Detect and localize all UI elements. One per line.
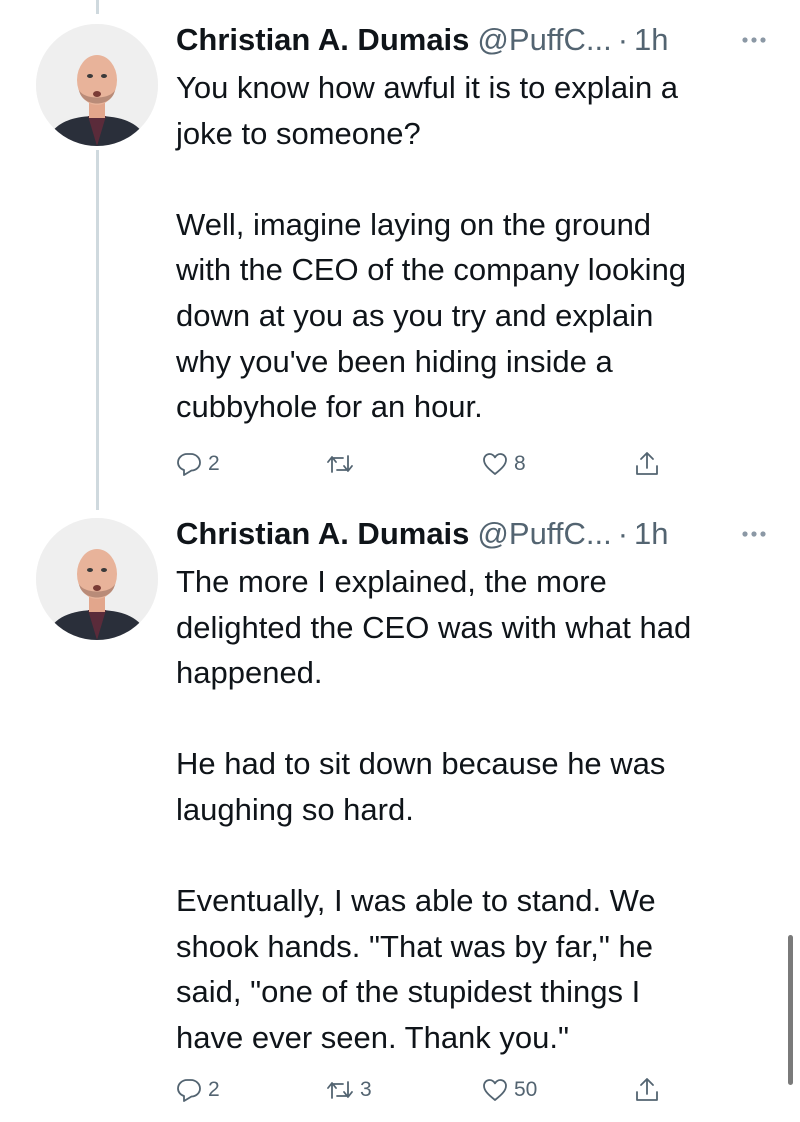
tweet-line: You know how awful it is to explain a — [176, 70, 679, 105]
tweet-line: down at you as you try and explain — [176, 297, 654, 333]
tweet-header: Christian A. Dumais @PuffC... · 1h — [176, 512, 766, 556]
retweet-count: 3 — [360, 1078, 372, 1101]
retweet-button[interactable]: 3 — [326, 1070, 372, 1110]
like-button[interactable]: 8 — [482, 444, 526, 484]
header-separator: · — [617, 516, 629, 551]
author-avatar[interactable] — [36, 518, 158, 640]
tweet-line: Eventually, I was able to stand. We — [176, 883, 656, 919]
more-options-icon[interactable] — [742, 18, 766, 62]
like-count: 50 — [514, 1078, 538, 1101]
tweet-actions: 2 3 50 — [176, 1070, 676, 1110]
tweet-text: The more I explained, the more delighted… — [176, 559, 776, 1061]
tweet-line: happened. — [176, 655, 323, 691]
header-separator: · — [617, 22, 629, 57]
like-button[interactable]: 50 — [482, 1070, 537, 1110]
tweet-line: laughing so hard. — [176, 791, 414, 827]
author-handle[interactable]: @PuffC... — [477, 22, 611, 58]
tweet-line: said, "one of the stupidest things I — [176, 974, 641, 1010]
share-icon — [634, 1076, 660, 1104]
tweet-paragraph: Eventually, I was able to stand. We shoo… — [176, 878, 776, 1060]
reply-icon — [176, 451, 202, 477]
heart-icon — [482, 451, 508, 477]
tweet-line: He had to sit down because he was — [176, 746, 666, 782]
retweet-icon — [326, 1077, 354, 1103]
share-icon — [634, 450, 660, 478]
thread-connector-line-top — [96, 0, 99, 14]
author-avatar[interactable] — [36, 24, 158, 146]
tweet-line: why you've been hiding inside a — [176, 343, 613, 379]
tweet-line: delighted the CEO was with what had — [176, 609, 692, 645]
author-name[interactable]: Christian A. Dumais — [176, 22, 469, 58]
tweet-header: Christian A. Dumais @PuffC... · 1h — [176, 18, 766, 62]
tweet-actions: 2 8 — [176, 444, 676, 484]
retweet-button[interactable] — [326, 444, 360, 484]
tweet-paragraph: He had to sit down because he was laughi… — [176, 741, 776, 832]
avatar-photo — [36, 518, 158, 640]
scrollbar[interactable] — [788, 935, 793, 1085]
reply-button[interactable]: 2 — [176, 444, 220, 484]
tweet-line: The more I explained, the more — [176, 564, 607, 599]
share-button[interactable] — [634, 1070, 660, 1110]
thread-connector-line — [96, 150, 99, 510]
tweet-paragraph: Well, imagine laying on the ground with … — [176, 202, 776, 430]
tweet-line: Well, imagine laying on the ground — [176, 206, 652, 242]
tweet-paragraph: You know how awful it is to explain a jo… — [176, 65, 776, 156]
tweet-paragraph: The more I explained, the more delighted… — [176, 559, 776, 696]
more-options-icon[interactable] — [742, 512, 766, 556]
tweet-timestamp[interactable]: 1h — [634, 22, 668, 58]
heart-icon — [482, 1077, 508, 1103]
tweet-line: have ever seen. Thank you." — [176, 1019, 570, 1055]
reply-count: 2 — [208, 452, 220, 475]
tweet-line: joke to someone? — [176, 115, 421, 151]
reply-icon — [176, 1077, 202, 1103]
tweet-line: with the CEO of the company looking — [176, 252, 687, 288]
tweet-line: cubbyhole for an hour. — [176, 389, 483, 425]
author-handle[interactable]: @PuffC... — [477, 516, 611, 552]
like-count: 8 — [514, 452, 526, 475]
reply-count: 2 — [208, 1078, 220, 1101]
author-name[interactable]: Christian A. Dumais — [176, 516, 469, 552]
share-button[interactable] — [634, 444, 660, 484]
retweet-icon — [326, 451, 354, 477]
tweet-text: You know how awful it is to explain a jo… — [176, 65, 776, 430]
tweet-timestamp[interactable]: 1h — [634, 516, 668, 552]
tweet-line: shook hands. "That was by far," he — [176, 928, 653, 964]
reply-button[interactable]: 2 — [176, 1070, 220, 1110]
avatar-photo — [36, 24, 158, 146]
